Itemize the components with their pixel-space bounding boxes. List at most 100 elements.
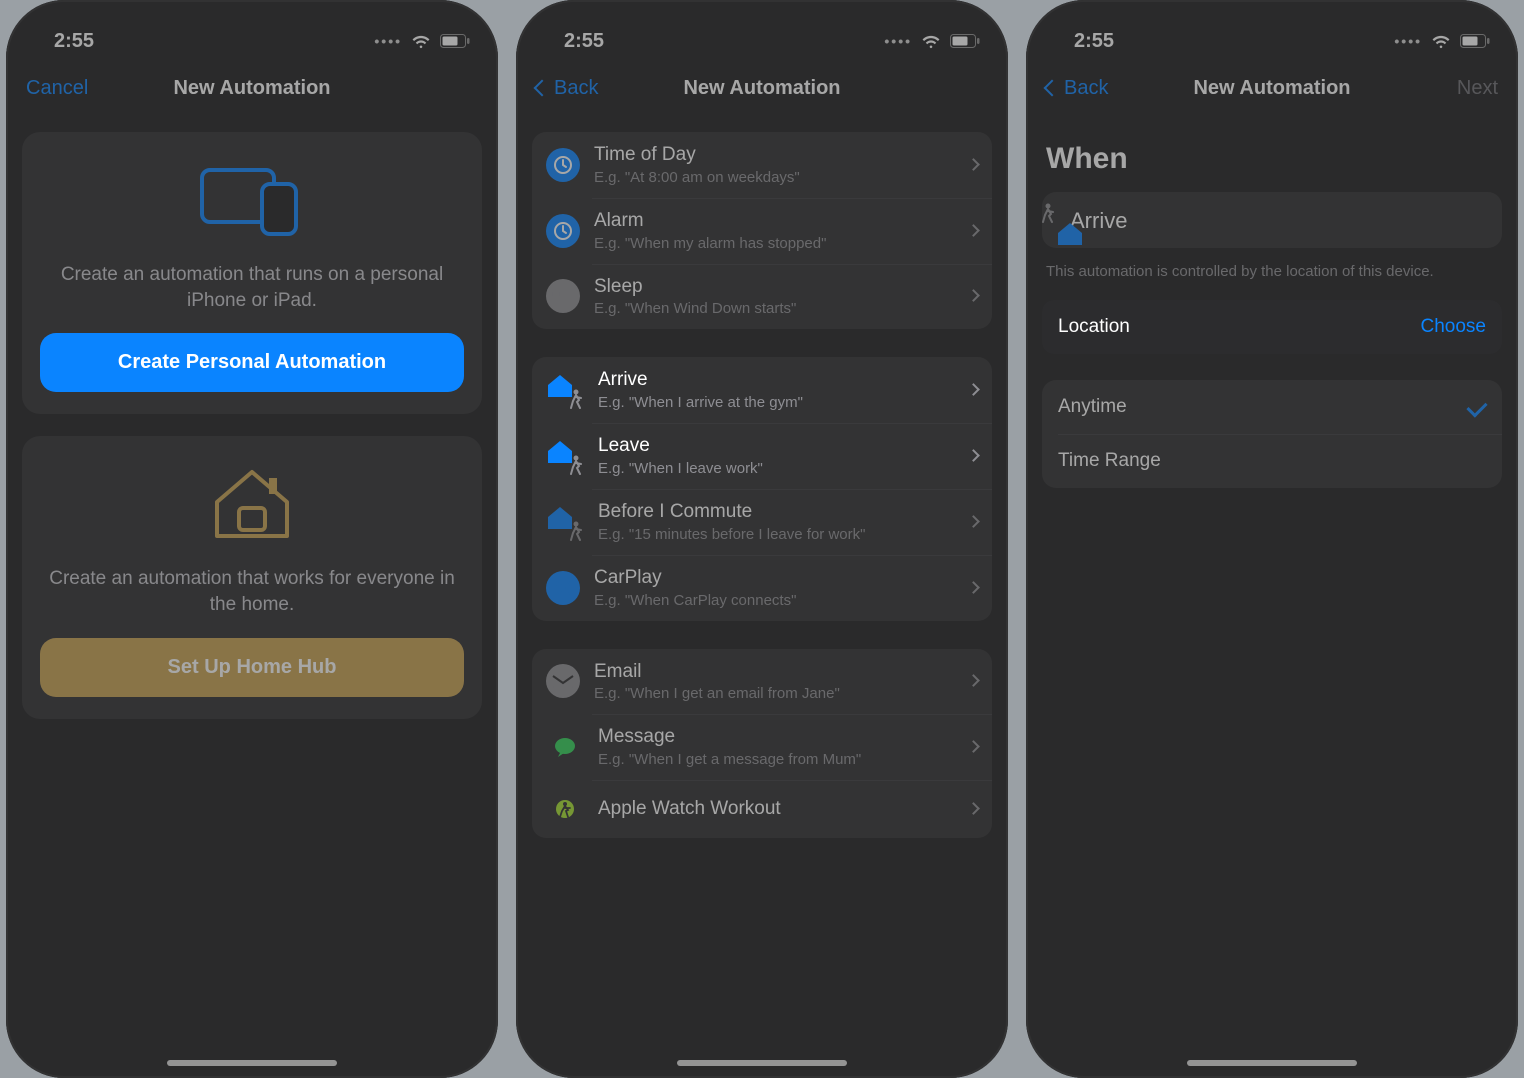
trigger-title: Time of Day <box>594 144 955 167</box>
bed-icon <box>546 279 580 313</box>
trigger-title: Arrive <box>598 369 955 392</box>
chevron-right-icon <box>969 447 978 465</box>
trigger-group: Arrive E.g. "When I arrive at the gym" Lea… <box>532 357 992 620</box>
option-time-range-label: Time Range <box>1058 450 1161 472</box>
create-personal-automation-button[interactable]: Create Personal Automation <box>40 333 464 392</box>
trigger-title: Sleep <box>594 276 955 299</box>
phone-2: 2:55 •••• Back New Automation Time of Da… <box>516 0 1008 1078</box>
trigger-row-before-i-commute[interactable]: Before I Commute E.g. "15 minutes before … <box>532 489 992 555</box>
trigger-subtitle: E.g. "When I get an email from Jane" <box>594 685 955 702</box>
option-anytime-label: Anytime <box>1058 396 1127 418</box>
devices-icon <box>40 160 464 240</box>
status-bar: 2:55 •••• <box>6 0 498 60</box>
trigger-row-alarm[interactable]: Alarm E.g. "When my alarm has stopped" <box>532 198 992 264</box>
trigger-subtitle: E.g. "When Wind Down starts" <box>594 300 955 317</box>
home-indicator[interactable] <box>167 1060 337 1066</box>
clock-icon <box>546 148 580 182</box>
trigger-subtitle: E.g. "15 minutes before I leave for work… <box>598 526 955 543</box>
trigger-row-carplay[interactable]: CarPlay E.g. "When CarPlay connects" <box>532 555 992 621</box>
trigger-row-leave[interactable]: Leave E.g. "When I leave work" <box>532 423 992 489</box>
trigger-title: Before I Commute <box>598 501 955 524</box>
chevron-right-icon <box>969 579 978 597</box>
chevron-left-icon <box>1044 80 1061 97</box>
trigger-row-sleep[interactable]: SleepE.g. "When Wind Down starts" <box>532 264 992 330</box>
trigger-row-email[interactable]: EmailE.g. "When I get an email from Jane… <box>532 649 992 715</box>
home-automation-card: Create an automation that works for ever… <box>22 436 482 718</box>
time-options-group: Anytime Time Range <box>1042 380 1502 488</box>
location-choose-button[interactable]: Choose <box>1421 316 1487 338</box>
phone-3: 2:55 •••• Back New Automation Next When <box>1026 0 1518 1078</box>
back-label: Back <box>1064 77 1108 100</box>
trigger-subtitle: E.g. "When my alarm has stopped" <box>594 235 955 252</box>
location-row[interactable]: Location Choose <box>1042 300 1502 354</box>
cancel-button[interactable]: Cancel <box>26 77 88 100</box>
trigger-title: Alarm <box>594 210 955 233</box>
trigger-subtitle: E.g. "At 8:00 am on weekdays" <box>594 169 955 186</box>
wifi-icon <box>920 33 942 49</box>
home-indicator[interactable] <box>677 1060 847 1066</box>
setup-home-hub-button[interactable]: Set Up Home Hub <box>40 638 464 697</box>
cellular-dots-icon: •••• <box>1394 33 1422 49</box>
status-time: 2:55 <box>54 30 94 53</box>
chevron-right-icon <box>969 381 978 399</box>
trigger-row-time-of-day[interactable]: Time of Day E.g. "At 8:00 am on weekdays" <box>532 132 992 198</box>
mail-icon <box>546 664 580 698</box>
nav-bar: Back New Automation <box>516 60 1008 116</box>
chevron-right-icon <box>969 156 978 174</box>
clock-icon <box>546 214 580 248</box>
status-time: 2:55 <box>1074 30 1114 53</box>
trigger-title: Message <box>598 726 955 749</box>
status-bar: 2:55 •••• <box>516 0 1008 60</box>
trigger-row-arrive[interactable]: Arrive E.g. "When I arrive at the gym" <box>532 357 992 423</box>
trigger-group: Time of Day E.g. "At 8:00 am on weekdays"… <box>532 132 992 329</box>
location-label: Location <box>1058 316 1130 338</box>
wifi-icon <box>1430 33 1452 49</box>
chevron-right-icon <box>969 222 978 240</box>
location-note: This automation is controlled by the loc… <box>1046 262 1498 282</box>
trigger-subtitle: E.g. "When CarPlay connects" <box>594 592 955 609</box>
home-icon <box>40 464 464 544</box>
trigger-subtitle: E.g. "When I get a message from Mum" <box>598 751 955 768</box>
option-time-range[interactable]: Time Range <box>1042 434 1502 488</box>
section-title-when: When <box>1046 142 1498 176</box>
chevron-right-icon <box>969 800 978 818</box>
carplay-icon <box>546 571 580 605</box>
trigger-title: Leave <box>598 435 955 458</box>
phone-1: 2:55 •••• Cancel New Automation <box>6 0 498 1078</box>
status-bar: 2:55 •••• <box>1026 0 1518 60</box>
trigger-subtitle: E.g. "When I leave work" <box>598 460 955 477</box>
back-label: Back <box>554 77 598 100</box>
chevron-right-icon <box>969 738 978 756</box>
battery-icon <box>440 34 470 48</box>
back-button[interactable]: Back <box>536 77 598 100</box>
housewalker-icon <box>546 505 584 539</box>
status-time: 2:55 <box>564 30 604 53</box>
trigger-row-message[interactable]: Message E.g. "When I get a message from M… <box>532 714 992 780</box>
arrive-summary-card: Arrive <box>1042 192 1502 248</box>
trigger-title: Apple Watch Workout <box>598 798 955 821</box>
option-anytime[interactable]: Anytime <box>1042 380 1502 434</box>
cellular-dots-icon: •••• <box>374 33 402 49</box>
checkmark-icon <box>1466 397 1487 418</box>
personal-automation-card: Create an automation that runs on a pers… <box>22 132 482 414</box>
housewalker-icon <box>546 373 584 407</box>
chevron-right-icon <box>969 287 978 305</box>
workout-icon <box>546 792 584 826</box>
trigger-subtitle: E.g. "When I arrive at the gym" <box>598 394 955 411</box>
trigger-title: Email <box>594 661 955 684</box>
chevron-right-icon <box>969 672 978 690</box>
trigger-title: CarPlay <box>594 567 955 590</box>
back-button[interactable]: Back <box>1046 77 1108 100</box>
battery-icon <box>950 34 980 48</box>
nav-bar: Back New Automation Next <box>1026 60 1518 116</box>
wifi-icon <box>410 33 432 49</box>
trigger-group: EmailE.g. "When I get an email from Jane… <box>532 649 992 839</box>
home-indicator[interactable] <box>1187 1060 1357 1066</box>
chevron-left-icon <box>534 80 551 97</box>
nav-bar: Cancel New Automation <box>6 60 498 116</box>
personal-desc: Create an automation that runs on a pers… <box>40 262 464 313</box>
next-button[interactable]: Next <box>1457 77 1498 100</box>
cellular-dots-icon: •••• <box>884 33 912 49</box>
trigger-row-apple-watch-workout[interactable]: Apple Watch Workout <box>532 780 992 838</box>
battery-icon <box>1460 34 1490 48</box>
